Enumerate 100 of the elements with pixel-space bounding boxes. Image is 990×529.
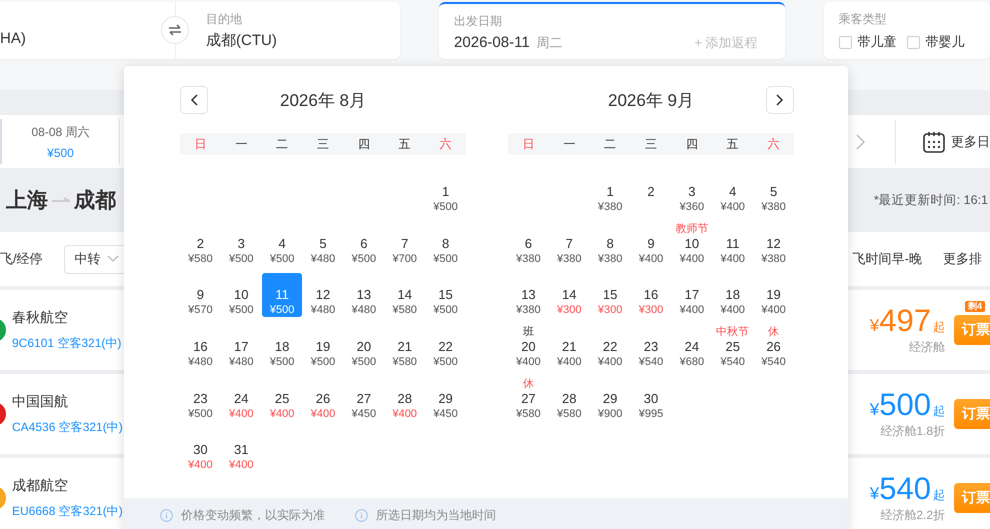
calendar-day[interactable]: 4 ¥500 xyxy=(262,222,302,266)
calendar-day[interactable]: 23 ¥500 xyxy=(180,376,220,421)
calendar-day[interactable]: 16 ¥480 xyxy=(180,325,220,370)
calendar-day[interactable]: 休 27 ¥580 xyxy=(508,376,548,421)
calendar-day[interactable]: 28 ¥400 xyxy=(384,376,425,421)
info-icon xyxy=(160,509,173,522)
calendar-day[interactable]: 16 ¥300 xyxy=(630,273,671,318)
calendar-day[interactable]: 6 ¥500 xyxy=(344,222,384,266)
date-tab[interactable]: 08-08 周六 ¥500 xyxy=(0,119,120,164)
next-month-button[interactable] xyxy=(766,86,794,114)
more-sort-button[interactable]: 更多排 xyxy=(943,250,982,268)
weekday-header: 四 xyxy=(356,136,371,152)
calendar-day[interactable]: 5 ¥480 xyxy=(302,222,343,266)
price: ¥540 起 xyxy=(870,472,945,506)
calendar-day[interactable]: 19 ¥500 xyxy=(302,325,343,370)
month-title: 2026年 9月 xyxy=(607,90,695,112)
calendar-day[interactable]: 10 ¥500 xyxy=(221,273,262,318)
calendar-day[interactable]: 14 ¥300 xyxy=(549,273,590,318)
calendar-day[interactable]: 中秋节 25 ¥540 xyxy=(712,325,753,370)
destination-label: 目的地 xyxy=(206,12,243,27)
calendar-day[interactable]: 6 ¥380 xyxy=(508,222,548,266)
destination-value[interactable]: 成都(CTU) xyxy=(206,31,277,51)
weekday-header: 一 xyxy=(234,136,248,152)
calendar-day[interactable]: 17 ¥400 xyxy=(672,273,712,318)
price: ¥497 起 xyxy=(870,304,945,338)
calendar-day[interactable]: 30 ¥995 xyxy=(630,376,671,421)
calendar-day[interactable]: 18 ¥400 xyxy=(712,273,753,318)
calendar-day[interactable]: 25 ¥400 xyxy=(262,376,302,421)
calendar-day[interactable]: 14 ¥580 xyxy=(384,273,425,318)
weekday-header: 日 xyxy=(521,136,536,152)
swap-icon xyxy=(168,24,182,36)
calendar-day[interactable]: 8 ¥380 xyxy=(590,222,630,266)
passenger-label: 乘客类型 xyxy=(838,12,888,27)
calendar-day[interactable]: 31 ¥400 xyxy=(221,428,262,472)
info-note: 价格变动频繁，以实际为准 xyxy=(181,507,325,524)
calendar-day[interactable]: 19 ¥400 xyxy=(754,273,794,318)
calendar-day[interactable]: 4 ¥400 xyxy=(712,170,753,214)
calendar-day[interactable]: 2 ¥580 xyxy=(180,222,220,266)
checkbox[interactable] xyxy=(906,36,920,48)
more-dates-button[interactable]: 更多日 xyxy=(923,130,990,152)
calendar-icon xyxy=(923,130,945,152)
calendar-day[interactable]: 3 ¥360 xyxy=(672,170,712,214)
chevron-right-icon xyxy=(776,94,784,106)
calendar-day[interactable]: 27 ¥450 xyxy=(344,376,384,421)
origin-value[interactable]: HA) xyxy=(0,30,26,47)
previous-month-button[interactable] xyxy=(180,86,208,114)
departure-date-field[interactable]: 出发日期 2026-08-11 周二 + 添加返程 xyxy=(439,2,785,59)
info-icon xyxy=(355,509,368,522)
calendar-day[interactable]: 29 ¥450 xyxy=(426,376,466,421)
calendar-day[interactable]: 11 ¥400 xyxy=(712,222,753,266)
calendar-day[interactable]: 9 ¥570 xyxy=(180,273,220,318)
calendar-day[interactable]: 23 ¥540 xyxy=(630,325,671,370)
calendar-day[interactable]: 9 ¥400 xyxy=(630,222,671,266)
price: ¥500 起 xyxy=(870,388,945,422)
calendar-day[interactable]: 21 ¥580 xyxy=(384,325,425,370)
calendar-day[interactable]: 26 ¥400 xyxy=(302,376,343,421)
calendar-day[interactable]: 24 ¥680 xyxy=(672,325,712,370)
checkbox[interactable] xyxy=(838,36,852,48)
calendar-day[interactable]: 13 ¥380 xyxy=(508,273,548,318)
calendar-day[interactable]: 8 ¥500 xyxy=(426,222,466,266)
calendar-day[interactable]: 2 xyxy=(630,170,671,214)
checkbox-label: 带儿童 xyxy=(858,33,897,51)
calendar-day[interactable]: 15 ¥300 xyxy=(590,273,630,318)
sort-option[interactable]: 飞时间早-晚 xyxy=(852,250,922,268)
cabin-text: 经济舱1.8折 xyxy=(880,423,945,440)
calendar-day[interactable]: 5 ¥380 xyxy=(754,170,794,214)
calendar-day[interactable]: 12 ¥380 xyxy=(754,222,794,266)
calendar-day[interactable]: 13 ¥480 xyxy=(344,273,384,318)
update-time: *最近更新时间: 16:1 xyxy=(874,192,989,208)
calendar-day[interactable]: 18 ¥500 xyxy=(262,325,302,370)
calendar-day[interactable]: 30 ¥400 xyxy=(180,428,220,472)
weekday-header: 五 xyxy=(726,136,740,152)
calendar-day[interactable]: 7 ¥380 xyxy=(549,222,590,266)
weekday-text: 周二 xyxy=(536,34,563,52)
airline-name: 春秋航空 xyxy=(12,308,69,326)
calendar-day[interactable]: 班 20 ¥400 xyxy=(508,325,548,370)
calendar-day[interactable]: 7 ¥700 xyxy=(384,222,425,266)
calendar-day[interactable]: 15 ¥500 xyxy=(426,273,466,318)
calendar-day[interactable]: 17 ¥480 xyxy=(221,325,262,370)
calendar-day[interactable]: 1 ¥500 xyxy=(426,170,466,214)
route-origin: 上海 xyxy=(6,188,48,214)
calendar-day[interactable]: 休 26 ¥540 xyxy=(754,325,794,370)
weekday-header: 二 xyxy=(603,136,618,152)
airline-name: 中国国航 xyxy=(12,392,69,410)
cabin-text: 经济舱 xyxy=(909,339,945,356)
calendar-day[interactable]: 12 ¥480 xyxy=(302,273,343,318)
calendar-day[interactable]: 28 ¥580 xyxy=(549,376,590,421)
calendar-day[interactable]: 20 ¥500 xyxy=(344,325,384,370)
date-label: 出发日期 xyxy=(454,14,504,29)
calendar-day[interactable]: 教师节 10 ¥400 xyxy=(672,222,712,266)
route-destination: 成都 xyxy=(74,188,116,214)
calendar-day[interactable]: 24 ¥400 xyxy=(221,376,262,421)
calendar-day[interactable]: 22 ¥500 xyxy=(426,325,466,370)
calendar-day[interactable]: 29 ¥900 xyxy=(590,376,630,421)
calendar-day[interactable]: 22 ¥400 xyxy=(590,325,630,370)
swap-button[interactable] xyxy=(161,16,189,44)
weekday-header: 四 xyxy=(684,136,699,152)
calendar-day[interactable]: 1 ¥380 xyxy=(590,170,630,214)
calendar-day[interactable]: 21 ¥400 xyxy=(549,325,590,370)
calendar-day[interactable]: 3 ¥500 xyxy=(221,222,262,266)
